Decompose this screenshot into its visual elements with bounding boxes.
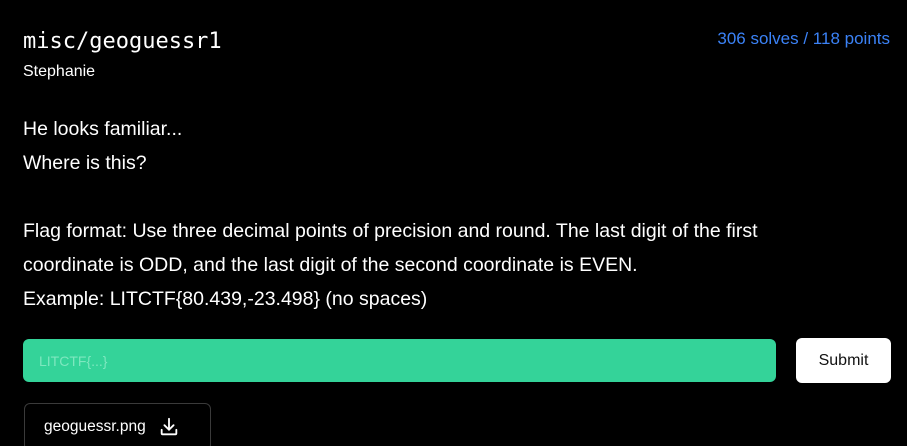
description-line: coordinate is ODD, and the last digit of…	[23, 254, 638, 276]
attachment-file-name: geoguessr.png	[44, 418, 146, 435]
description-line: Where is this?	[23, 152, 147, 174]
challenge-author: Stephanie	[23, 63, 96, 80]
description-line: Example: LITCTF{80.439,-23.498} (no spac…	[23, 288, 428, 310]
challenge-description: He looks familiar... Where is this? Flag…	[23, 112, 893, 316]
flag-input[interactable]	[23, 339, 776, 382]
challenge-title: misc/geoguessr1	[23, 29, 222, 54]
download-icon	[158, 416, 180, 438]
description-line: Flag format: Use three decimal points of…	[23, 220, 758, 242]
attachment-download-button[interactable]: geoguessr.png	[24, 403, 211, 446]
description-line: He looks familiar...	[23, 118, 183, 140]
challenge-panel: misc/geoguessr1 Stephanie 306 solves / 1…	[0, 0, 907, 446]
solves-points-stats: 306 solves / 118 points	[717, 29, 890, 48]
submit-button[interactable]: Submit	[796, 338, 891, 383]
